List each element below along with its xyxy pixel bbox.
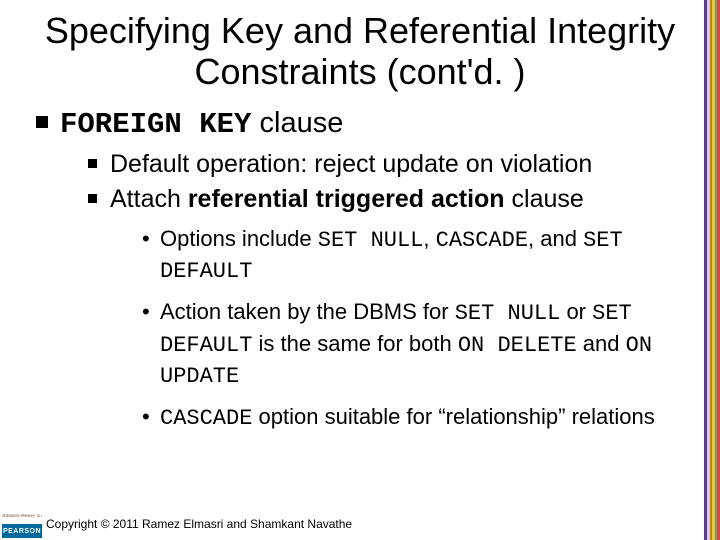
code-set-null-2: SET NULL (455, 301, 561, 326)
slide: { "title": "Specifying Key and Referenti… (0, 0, 720, 540)
slide-body: FOREIGN KEY clause Default operation: re… (0, 105, 720, 434)
logo-imprint-text: Addison-Wesley is an imprint of (2, 514, 42, 524)
t: , (423, 226, 435, 251)
t: Options include (160, 226, 318, 251)
t: and (577, 331, 626, 356)
bullet-cascade-suitable: CASCADE option suitable for “relationshi… (138, 402, 692, 434)
code-foreign-key: FOREIGN KEY (60, 108, 251, 141)
t: Action taken by the DBMS for (160, 299, 455, 324)
text-referential-triggered-action: referential triggered action (188, 185, 505, 213)
logo-pearson: PEARSON (2, 524, 42, 538)
slide-footer: Addison-Wesley is an imprint of PEARSON … (0, 508, 720, 540)
bullet-options-include: Options include SET NULL, CASCADE, and S… (138, 224, 692, 287)
publisher-logo: Addison-Wesley is an imprint of PEARSON (2, 508, 42, 538)
side-accent-stripe (704, 0, 720, 540)
code-cascade-2: CASCADE (160, 406, 252, 431)
bullet-default-operation: Default operation: reject update on viol… (86, 149, 692, 180)
bullet-attach-triggered-action: Attach referential triggered action clau… (86, 184, 692, 433)
bullet-action-taken: Action taken by the DBMS for SET NULL or… (138, 297, 692, 392)
t: option suitable for “relationship” relat… (252, 404, 654, 429)
text-clause: clause (251, 107, 343, 139)
bullet-foreign-key-clause: FOREIGN KEY clause Default operation: re… (34, 105, 692, 434)
code-cascade: CASCADE (436, 228, 528, 253)
text-clause2: clause (505, 185, 584, 213)
slide-title: Specifying Key and Referential Integrity… (0, 0, 720, 101)
code-set-null: SET NULL (318, 228, 424, 253)
text-attach: Attach (110, 185, 188, 213)
copyright-text: Copyright © 2011 Ramez Elmasri and Shamk… (46, 517, 352, 531)
t: , and (528, 226, 583, 251)
t: or (560, 299, 592, 324)
code-on-delete: ON DELETE (458, 333, 577, 358)
t: is the same for both (252, 331, 457, 356)
